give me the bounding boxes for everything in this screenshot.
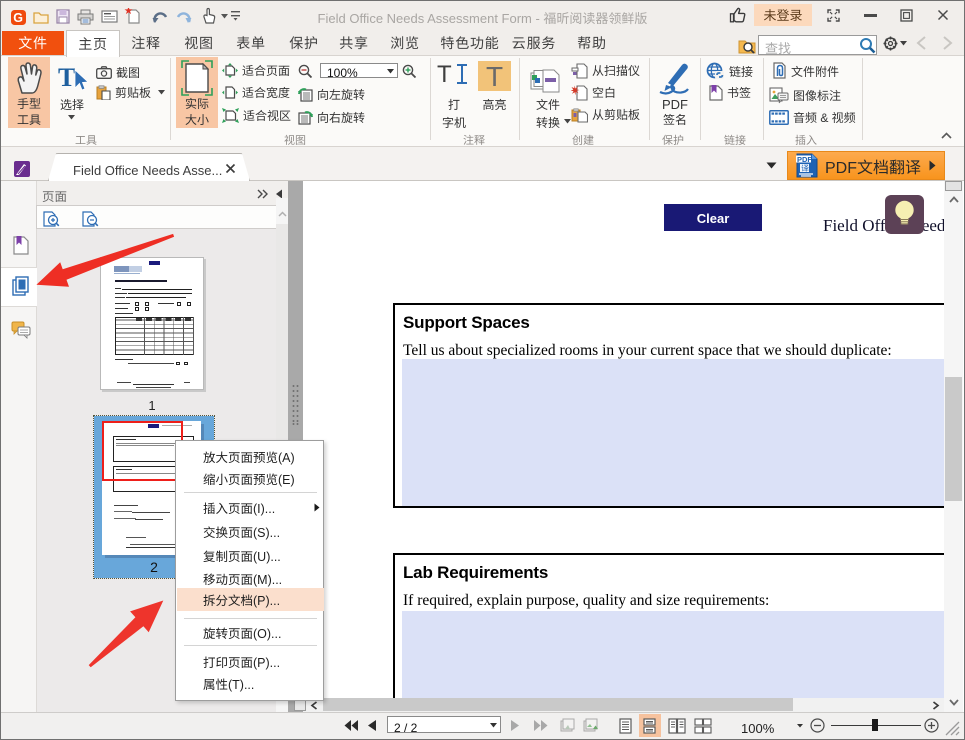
- svg-text:T: T: [58, 64, 75, 92]
- svg-text:译: 译: [801, 163, 809, 174]
- svg-text:T: T: [437, 63, 452, 85]
- svg-text:T: T: [486, 61, 503, 91]
